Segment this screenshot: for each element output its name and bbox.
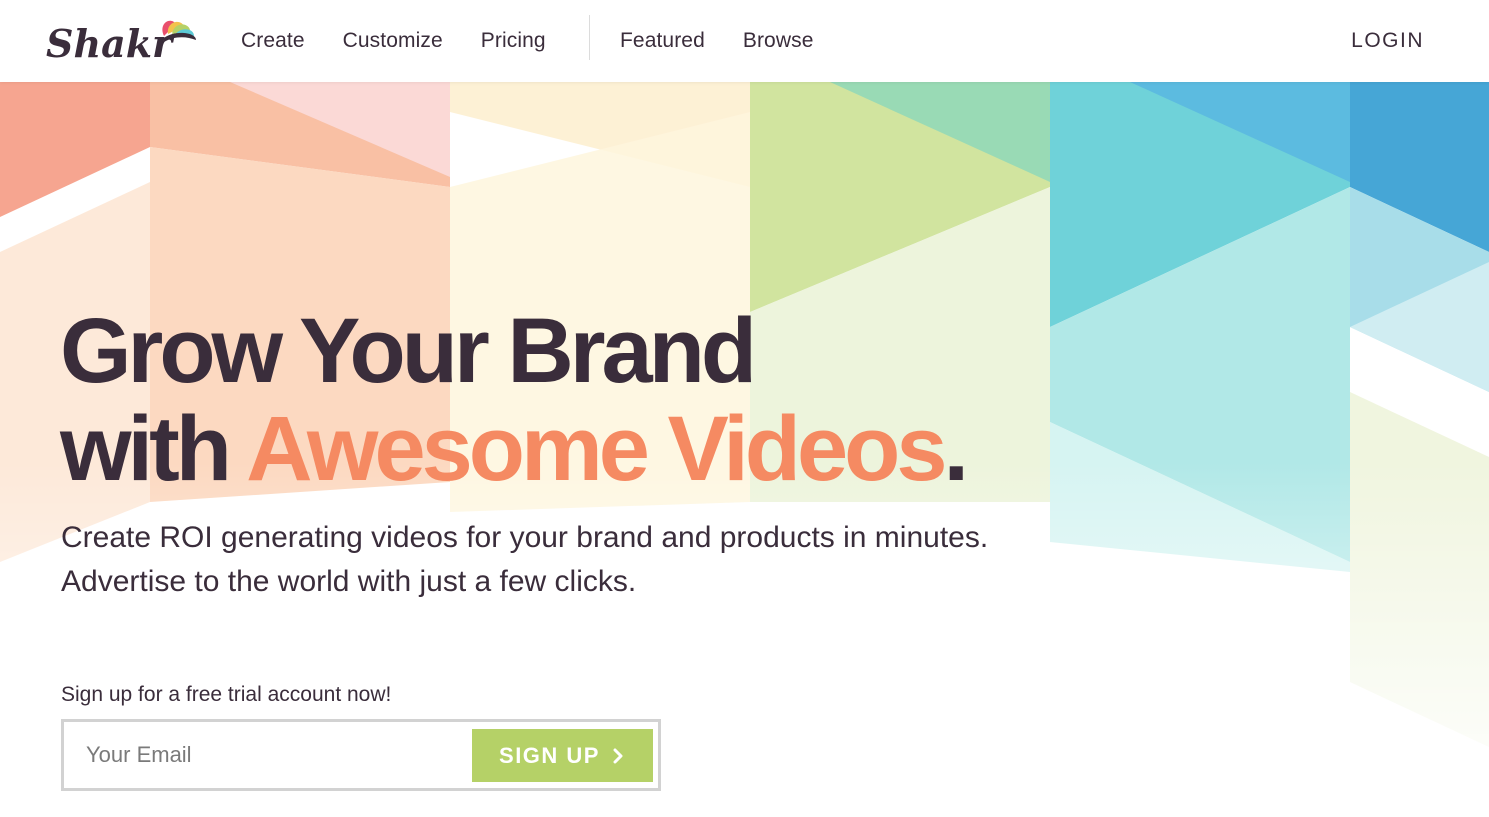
hero-headline: Grow Your Brand with Awesome Videos. — [60, 300, 969, 500]
nav-create[interactable]: Create — [241, 29, 305, 53]
signup-button[interactable]: SIGN UP — [472, 729, 653, 782]
subtitle-line-1: Create ROI generating videos for your br… — [61, 521, 989, 554]
top-navbar: Shakr Create Customize Pricing Featured … — [0, 0, 1489, 82]
logo-wordmark: Shakr — [46, 21, 175, 64]
login-link[interactable]: LOGIN — [1351, 0, 1424, 82]
hero-subtitle: Create ROI generating videos for your br… — [61, 516, 988, 604]
nav-pricing[interactable]: Pricing — [481, 29, 546, 53]
logo-mark-icon: Shakr — [46, 20, 196, 64]
shakr-logo[interactable]: Shakr — [46, 14, 198, 64]
nav-browse[interactable]: Browse — [743, 29, 814, 53]
headline-period: . — [943, 398, 969, 500]
headline-line-2-prefix: with — [60, 398, 247, 500]
primary-nav: Create Customize Pricing — [241, 0, 584, 82]
nav-customize[interactable]: Customize — [343, 29, 443, 53]
email-input[interactable] — [64, 722, 470, 788]
headline-accent: Awesome Videos — [246, 398, 947, 500]
headline-line-1: Grow Your Brand — [60, 300, 757, 402]
chevron-right-icon — [613, 748, 623, 763]
subtitle-line-2: Advertise to the world with just a few c… — [61, 565, 637, 598]
signup-prompt: Sign up for a free trial account now! — [61, 683, 392, 706]
nav-divider — [589, 15, 590, 60]
signup-form: SIGN UP — [61, 719, 661, 791]
secondary-nav: Featured Browse — [620, 0, 851, 82]
signup-button-label: SIGN UP — [499, 742, 600, 768]
nav-featured[interactable]: Featured — [620, 29, 705, 53]
